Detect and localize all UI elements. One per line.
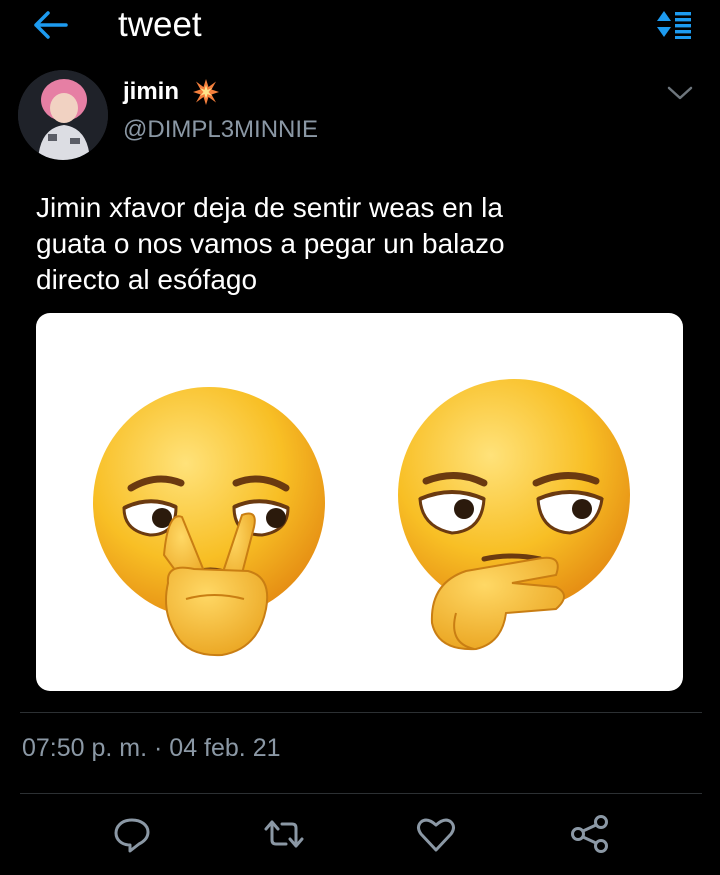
tweet-timestamp: 07:50 p. m. · 04 feb. 21 xyxy=(22,734,281,762)
chevron-down-icon[interactable] xyxy=(664,82,696,104)
emoji-image xyxy=(93,379,630,657)
author-handle[interactable]: @DIMPL3MINNIE xyxy=(123,116,318,144)
reply-icon[interactable] xyxy=(110,812,154,856)
tweet-text-line: guata o nos vamos a pegar un balazo xyxy=(36,228,505,259)
divider xyxy=(20,793,702,794)
author-name[interactable]: jimin xyxy=(123,78,179,106)
top-bar: tweet xyxy=(0,0,720,52)
collision-icon xyxy=(193,79,219,105)
sort-icon[interactable] xyxy=(654,8,694,40)
tweet-text-line: Jimin xfavor deja de sentir weas en la xyxy=(36,192,503,223)
page-title: tweet xyxy=(118,5,202,44)
like-icon[interactable] xyxy=(414,812,458,856)
divider xyxy=(20,712,702,713)
avatar-photo xyxy=(18,70,108,160)
smirk-emoji-left xyxy=(93,387,325,657)
thinking-emoji-right xyxy=(398,379,630,651)
share-icon[interactable] xyxy=(568,812,612,856)
tweet-text-line: directo al esófago xyxy=(36,264,258,295)
back-arrow-icon[interactable] xyxy=(30,8,70,42)
avatar[interactable] xyxy=(18,70,108,160)
tweet-text: Jimin xfavor deja de sentir weas en la g… xyxy=(36,190,666,298)
retweet-icon[interactable] xyxy=(262,812,306,856)
tweet-image[interactable] xyxy=(36,313,683,691)
